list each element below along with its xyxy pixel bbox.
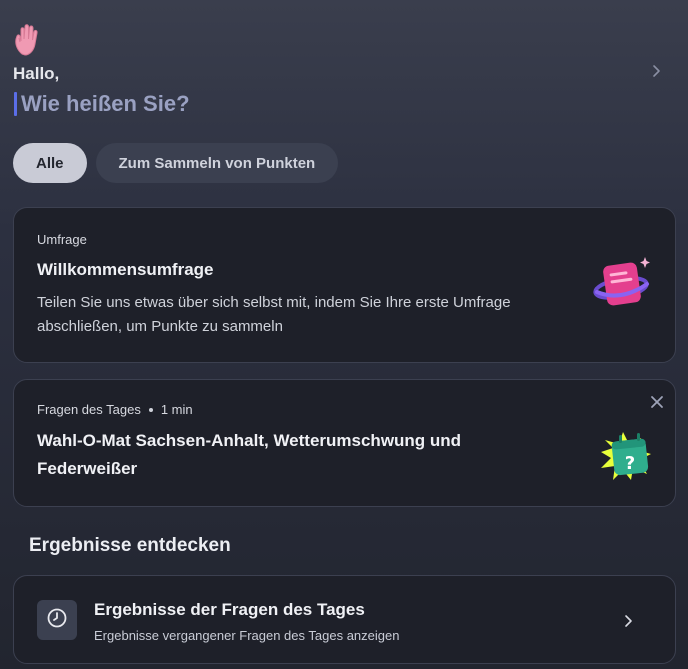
card-kicker-label: Umfrage xyxy=(37,232,87,247)
card-duration: 1 min xyxy=(160,402,193,417)
survey-illustration-icon xyxy=(593,254,653,317)
name-input[interactable] xyxy=(21,90,501,118)
results-subtitle: Ergebnisse vergangener Fragen des Tages … xyxy=(94,628,400,643)
card-kicker-label: Fragen des Tages xyxy=(37,402,141,417)
card-kicker: Fragen des Tages 1 min xyxy=(37,402,193,417)
close-icon[interactable] xyxy=(650,395,664,409)
card-kicker: Umfrage xyxy=(37,232,87,247)
filter-chip-points[interactable]: Zum Sammeln von Punkten xyxy=(95,143,339,183)
clock-icon xyxy=(46,607,68,634)
chevron-right-icon[interactable] xyxy=(621,614,635,628)
text-caret xyxy=(14,92,17,116)
greeting-header[interactable]: Hallo, xyxy=(13,24,675,120)
clock-icon-box xyxy=(37,600,77,640)
filter-chips: Alle Zum Sammeln von Punkten xyxy=(13,143,339,183)
welcome-survey-card[interactable]: Umfrage Willkommensumfrage Teilen Sie un… xyxy=(13,207,676,363)
greeting-hello: Hallo, xyxy=(13,64,60,83)
card-description: Teilen Sie uns etwas über sich selbst mi… xyxy=(37,294,511,335)
question-of-day-card[interactable]: Fragen des Tages 1 min Wahl-O-Mat Sachse… xyxy=(13,379,676,507)
section-title-results: Ergebnisse entdecken xyxy=(29,535,231,556)
filter-chip-all[interactable]: Alle xyxy=(13,143,87,183)
question-calendar-illustration-icon: ? xyxy=(597,428,653,489)
card-title: Wahl-O-Mat Sachsen-Anhalt, Wetterumschwu… xyxy=(37,431,462,478)
card-title: Willkommensumfrage xyxy=(37,260,214,279)
separator-dot xyxy=(148,407,153,412)
svg-text:?: ? xyxy=(625,453,635,474)
name-input-wrapper[interactable] xyxy=(13,90,513,118)
results-title: Ergebnisse der Fragen des Tages xyxy=(94,600,365,619)
raised-hand-icon xyxy=(13,24,43,56)
chevron-right-icon[interactable] xyxy=(649,64,663,78)
results-card[interactable]: Ergebnisse der Fragen des Tages Ergebnis… xyxy=(13,575,676,664)
